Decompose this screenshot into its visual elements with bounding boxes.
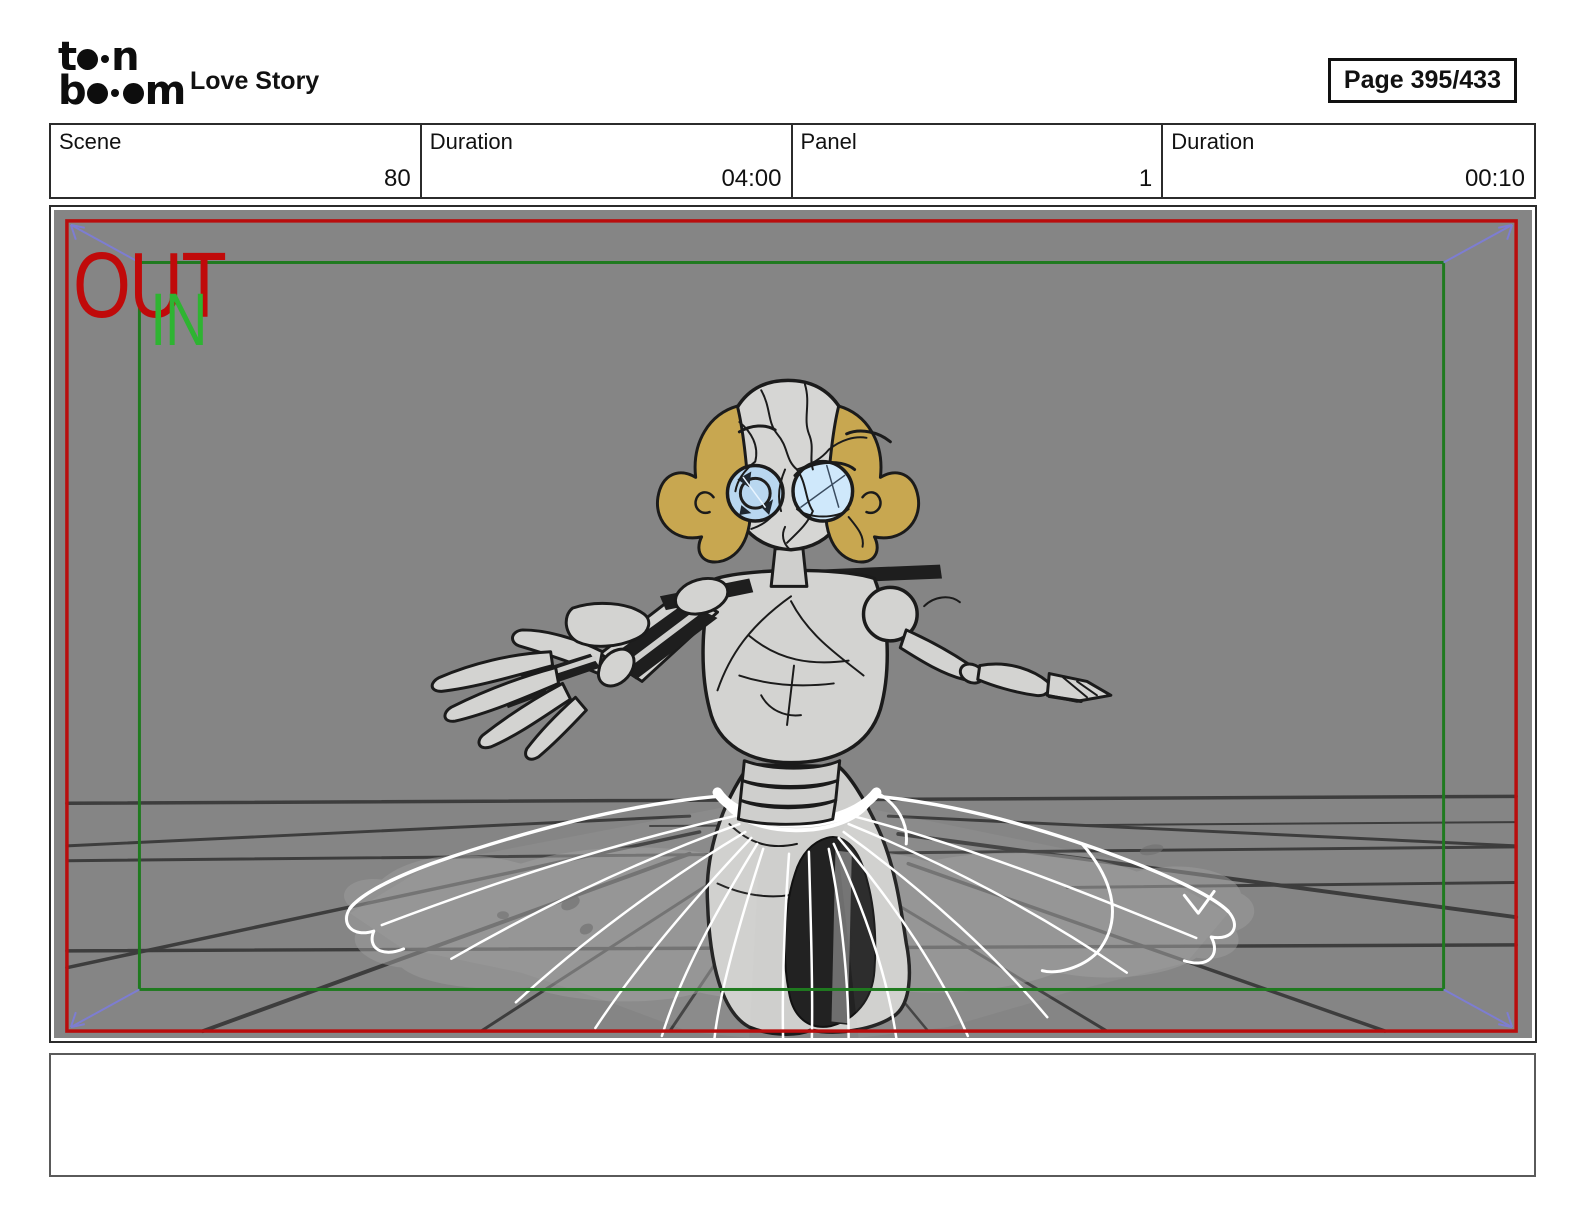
scene-cell: Scene 80 xyxy=(51,125,422,197)
logo-dot-icon xyxy=(101,55,110,63)
figure-head xyxy=(655,378,921,588)
storyboard-drawing xyxy=(54,210,1532,1038)
camera-in-label: IN xyxy=(150,278,208,361)
storyboard-page: tn bm Love Story Page 395/433 Scene 80 D… xyxy=(0,0,1584,1224)
logo-letter: n xyxy=(111,34,140,80)
ballerina-figure xyxy=(344,378,1236,1038)
panel-label: Panel xyxy=(800,129,857,154)
project-title: Love Story xyxy=(190,67,320,95)
logo-dot-icon xyxy=(86,82,108,104)
caption-box xyxy=(49,1053,1536,1177)
panel-info-table: Scene 80 Duration 04:00 Panel 1 Duration… xyxy=(49,123,1536,199)
logo-dot-icon xyxy=(110,89,119,97)
panel-value: 1 xyxy=(1138,165,1153,192)
scene-label: Scene xyxy=(59,129,122,154)
duration-label: Duration xyxy=(429,129,513,154)
logo-letter: m xyxy=(144,68,187,114)
storyboard-panel: OUT IN xyxy=(49,205,1537,1043)
duration-value: 04:00 xyxy=(721,165,782,192)
logo-dot-icon xyxy=(77,48,99,70)
logo-letter: b xyxy=(58,68,87,114)
toonboom-logo: tn bm xyxy=(58,34,187,114)
scene-value: 80 xyxy=(384,165,411,192)
logo-dot-icon xyxy=(122,82,144,104)
duration-value: 00:10 xyxy=(1464,165,1525,192)
scene-duration-cell: Duration 04:00 xyxy=(422,125,793,197)
page-number-badge: Page 395/433 xyxy=(1327,58,1517,103)
panel-cell: Panel 1 xyxy=(793,125,1164,197)
panel-duration-cell: Duration 00:10 xyxy=(1163,125,1534,197)
figure-right-arm xyxy=(861,585,1113,703)
duration-label: Duration xyxy=(1171,129,1255,154)
